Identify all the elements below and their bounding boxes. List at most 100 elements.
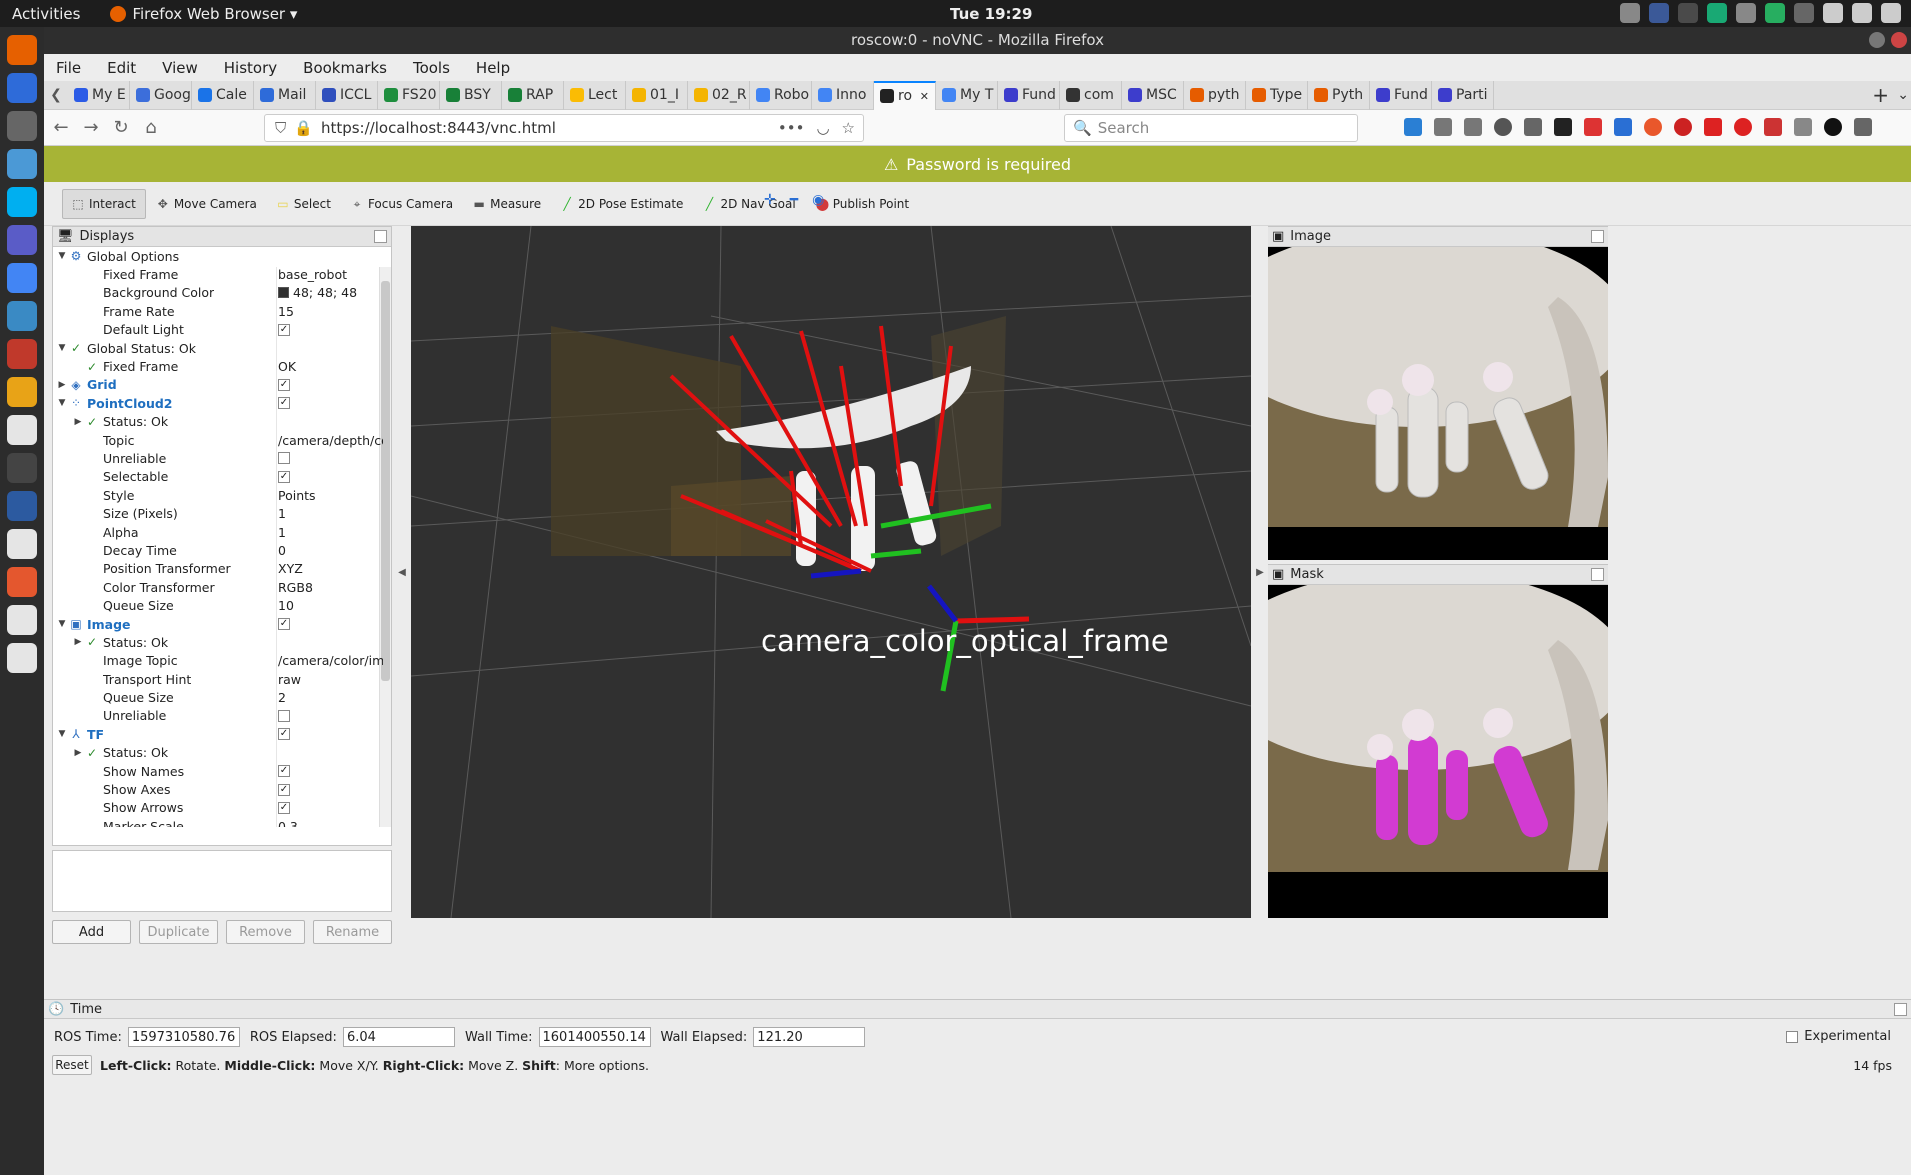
extension-icon[interactable] [1794,118,1812,136]
display-value[interactable]: 2 [278,688,383,706]
camera-view-icon[interactable]: ◉ [812,192,824,208]
display-value[interactable]: ✓ [278,468,383,486]
browser-tab[interactable]: 02_R [688,80,750,110]
experimental-checkbox[interactable] [1786,1030,1799,1043]
browser-tab[interactable]: ro ✕ [874,80,936,110]
display-value[interactable]: ✓ [278,615,383,633]
activities-button[interactable]: Activities [12,5,80,23]
expand-arrow-icon[interactable]: ▼ [55,343,69,353]
tray-icon[interactable] [1649,3,1669,23]
dock-app-icon[interactable] [7,149,37,179]
expand-arrow-icon[interactable]: ▶ [71,637,85,647]
remove-button[interactable]: Remove [226,920,305,944]
browser-tab[interactable]: Lect [564,80,626,110]
display-value[interactable]: ✓ [278,780,383,798]
display-value[interactable]: 15 [278,302,383,320]
dock-app-icon[interactable] [7,643,37,673]
menu-bookmarks[interactable]: Bookmarks [303,59,387,77]
dock-app-icon[interactable] [7,377,37,407]
browser-tab[interactable]: Fund [1370,80,1432,110]
panel-close-checkbox[interactable] [1591,230,1604,243]
display-value[interactable]: 0 [278,541,383,559]
display-value[interactable]: 0.3 [278,817,383,827]
tool-measure[interactable]: ▬ Measure [464,189,550,219]
tray-icon[interactable] [1881,3,1901,23]
back-icon[interactable]: ← [48,117,74,138]
browser-tab[interactable]: Robo [750,80,812,110]
display-row[interactable]: ▶ ✓ Status: Ok [53,413,391,431]
remove-tool-icon[interactable]: ━ [790,192,798,208]
pocket-icon[interactable]: ◡ [816,119,829,137]
display-row[interactable]: ▶ ✓ Status: Ok [53,744,391,762]
tool-2d-pose-estimate[interactable]: ╱ 2D Pose Estimate [552,189,692,219]
display-checkbox[interactable]: ✓ [278,618,290,630]
browser-tab[interactable]: Mail [254,80,316,110]
display-value[interactable]: base_robot [278,265,383,283]
add-button[interactable]: Add [52,920,131,944]
app-menu[interactable]: Firefox Web Browser ▾ [110,5,297,23]
browser-tab[interactable]: Parti [1432,80,1494,110]
downloads-icon[interactable] [1404,118,1422,136]
sidebar-icon[interactable] [1464,118,1482,136]
display-row[interactable]: Position Transformer XYZ [53,560,391,578]
url-text[interactable]: https://localhost:8443/vnc.html [321,119,556,137]
display-value[interactable] [278,744,383,762]
display-checkbox[interactable] [278,452,290,465]
display-value[interactable]: ✓ [278,799,383,817]
display-value[interactable] [278,339,383,357]
account-icon[interactable] [1494,118,1512,136]
panel-close-checkbox[interactable] [374,230,387,243]
display-row[interactable]: ▼ ⁘ PointCloud2 ✓ [53,394,391,412]
extension-icon[interactable] [1734,118,1752,136]
collapse-left-icon[interactable]: ◀ [396,226,408,918]
tray-icon[interactable] [1765,3,1785,23]
display-value[interactable]: ✓ [278,376,383,394]
tool-focus-camera[interactable]: ⌖ Focus Camera [342,189,462,219]
browser-tab[interactable]: BSY [440,80,502,110]
display-row[interactable]: Color Transformer RGB8 [53,578,391,596]
display-value[interactable] [278,413,383,431]
display-value[interactable]: 1 [278,504,383,522]
duplicate-button[interactable]: Duplicate [139,920,218,944]
display-row[interactable]: ✓ Fixed Frame OK [53,357,391,375]
browser-tab[interactable]: Pyth [1308,80,1370,110]
reset-button[interactable]: Reset [52,1055,92,1075]
ros-elapsed-field[interactable]: 6.04 [342,1027,455,1047]
display-value[interactable]: XYZ [278,560,383,578]
display-row[interactable]: Default Light ✓ [53,321,391,339]
extension-icon[interactable] [1644,118,1662,136]
expand-arrow-icon[interactable]: ▶ [71,748,85,758]
minimize-icon[interactable] [1869,32,1885,48]
display-value[interactable] [278,449,383,467]
extension-icon[interactable] [1584,118,1602,136]
display-value[interactable]: /camera/depth/colo.. [278,431,383,449]
wall-time-field[interactable]: 1601400550.14 [538,1027,651,1047]
display-value[interactable] [278,707,383,725]
dock-app-icon[interactable] [7,491,37,521]
browser-tab[interactable]: Type [1246,80,1308,110]
tray-icon[interactable] [1852,3,1872,23]
display-row[interactable]: Show Names ✓ [53,762,391,780]
hamburger-menu-icon[interactable] [1854,118,1872,136]
browser-tab[interactable]: My E [68,80,130,110]
menu-view[interactable]: View [162,59,198,77]
dock-app-icon[interactable] [7,339,37,369]
dock-app-icon[interactable] [7,453,37,483]
extension-icon[interactable] [1764,118,1782,136]
menu-file[interactable]: File [56,59,81,77]
display-value[interactable]: ✓ [278,725,383,743]
browser-tab[interactable]: My T [936,80,998,110]
search-box[interactable]: 🔍 Search [1064,114,1358,142]
expand-arrow-icon[interactable]: ▼ [55,619,69,629]
clock[interactable]: Tue 19:29 [950,5,1032,23]
display-value[interactable]: 10 [278,596,383,614]
home-icon[interactable]: ⌂ [138,117,164,138]
display-value[interactable]: RGB8 [278,578,383,596]
panel-close-checkbox[interactable] [1894,1002,1907,1016]
3d-view[interactable]: camera_color_optical_frame [410,225,1252,919]
url-bar[interactable]: ⛉ 🔒 https://localhost:8443/vnc.html ••• ◡… [264,114,864,142]
display-value[interactable]: ✓ [278,762,383,780]
expand-arrow-icon[interactable]: ▶ [71,417,85,427]
dock-app-icon[interactable] [7,35,37,65]
display-value[interactable]: OK [278,357,383,375]
